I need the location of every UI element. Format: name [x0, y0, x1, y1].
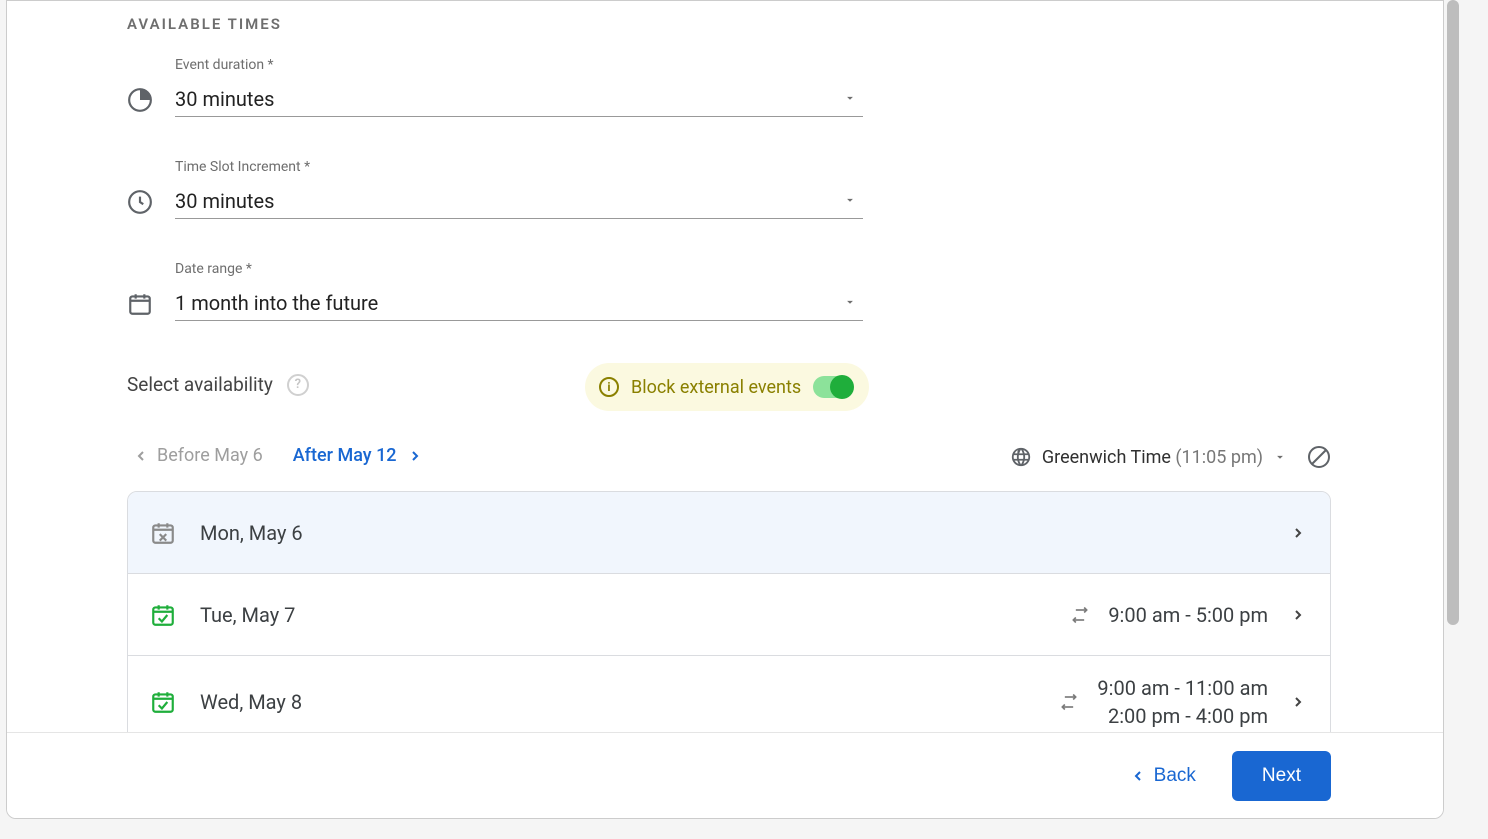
nav-before-label: Before May 6: [157, 445, 263, 466]
back-button[interactable]: Back: [1130, 765, 1196, 787]
chevron-down-icon: [843, 91, 857, 105]
chevron-right-icon: [1290, 607, 1306, 623]
timezone-time: (11:05 pm): [1175, 447, 1263, 468]
nav-after-label: After May 12: [293, 445, 397, 466]
calendar-x-icon: [150, 520, 176, 546]
time-slot: 2:00 pm - 4:00 pm: [1097, 702, 1268, 730]
nav-after-button[interactable]: After May 12: [293, 445, 423, 466]
chevron-down-icon: [843, 295, 857, 309]
chevron-down-icon[interactable]: [1273, 450, 1287, 464]
info-icon[interactable]: i: [599, 377, 619, 397]
event-duration-select[interactable]: 30 minutes: [175, 81, 863, 117]
time-slot: 9:00 am - 11:00 am: [1097, 674, 1268, 702]
calendar-check-icon: [150, 602, 176, 628]
date-nav: Before May 6 After May 12: [133, 445, 423, 466]
date-range-value: 1 month into the future: [175, 291, 378, 315]
field-label: Time Slot Increment *: [175, 159, 310, 175]
day-row-mon-may-6[interactable]: Mon, May 6: [128, 492, 1330, 574]
scrollbar[interactable]: [1447, 0, 1459, 625]
repeat-icon: [1070, 605, 1090, 625]
next-button-label: Next: [1262, 765, 1301, 786]
select-availability-row: Select availability ?: [127, 373, 309, 396]
field-label: Date range *: [175, 261, 252, 277]
timezone-row: Greenwich Time (11:05 pm): [1010, 445, 1331, 469]
day-list: Mon, May 6 Tue, May 7: [127, 491, 1331, 749]
footer: Back Next: [7, 732, 1443, 818]
section-title: AVAILABLE TIMES: [127, 15, 282, 33]
day-times: 9:00 am - 5:00 pm: [1070, 601, 1268, 629]
field-label: Event duration *: [175, 57, 274, 73]
chevron-right-icon: [1290, 525, 1306, 541]
clock-icon: [127, 189, 153, 215]
chevron-right-icon: [1290, 694, 1306, 710]
day-label: Tue, May 7: [200, 603, 1070, 627]
event-duration-value: 30 minutes: [175, 87, 274, 111]
globe-icon: [1010, 446, 1032, 468]
settings-card: AVAILABLE TIMES Event duration * 30 minu…: [6, 0, 1444, 819]
help-icon[interactable]: ?: [287, 374, 309, 396]
chevron-down-icon: [843, 193, 857, 207]
block-external-events-label: Block external events: [631, 377, 801, 398]
time-slot: 9:00 am - 5:00 pm: [1108, 601, 1268, 629]
day-times: 9:00 am - 11:00 am 2:00 pm - 4:00 pm: [1059, 674, 1268, 730]
calendar-icon: [127, 291, 153, 317]
calendar-check-icon: [150, 689, 176, 715]
timezone-select[interactable]: Greenwich Time (11:05 pm): [1042, 447, 1263, 468]
block-icon[interactable]: [1307, 445, 1331, 469]
day-label: Mon, May 6: [200, 521, 1268, 545]
nav-before-button: Before May 6: [133, 445, 263, 466]
time-slot-increment-value: 30 minutes: [175, 189, 274, 213]
back-button-label: Back: [1154, 765, 1196, 787]
toggle-knob: [830, 375, 854, 399]
day-label: Wed, May 8: [200, 690, 1059, 714]
next-button[interactable]: Next: [1232, 751, 1331, 801]
day-row-tue-may-7[interactable]: Tue, May 7 9:00 am - 5:00 pm: [128, 574, 1330, 656]
timezone-name: Greenwich Time: [1042, 447, 1171, 468]
repeat-icon: [1059, 692, 1079, 712]
date-range-select[interactable]: 1 month into the future: [175, 285, 863, 321]
time-slot-increment-select[interactable]: 30 minutes: [175, 183, 863, 219]
block-external-events-toggle[interactable]: [813, 376, 853, 398]
block-external-events-pill: i Block external events: [585, 363, 869, 411]
duration-icon: [127, 87, 153, 113]
select-availability-label: Select availability: [127, 373, 273, 396]
